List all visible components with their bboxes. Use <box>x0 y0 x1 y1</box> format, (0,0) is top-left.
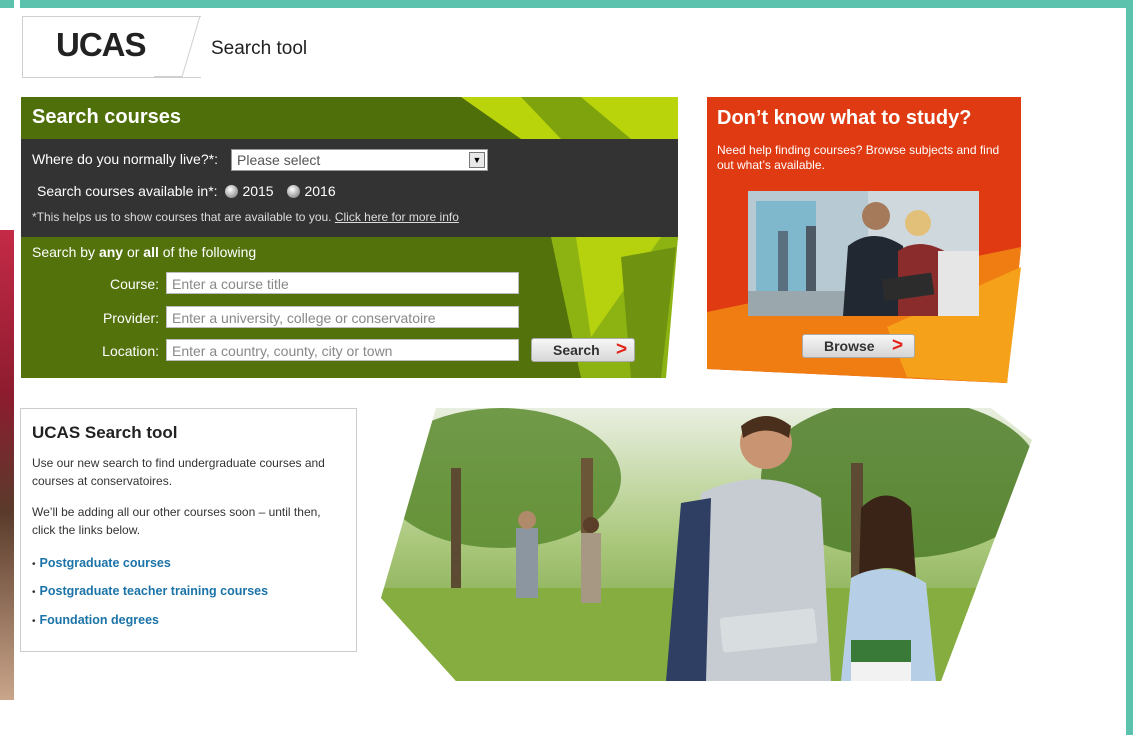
note-text: *This helps us to show courses that are … <box>32 210 332 224</box>
browse-promo-panel: Don’t know what to study? Need help find… <box>707 97 1025 383</box>
link-postgraduate-courses-text[interactable]: Postgraduate courses <box>40 556 171 570</box>
live-label: Where do you normally live?*: <box>32 151 218 167</box>
year-option-2016[interactable]: 2016 <box>287 183 336 199</box>
provider-input[interactable]: Enter a university, college or conservat… <box>166 306 519 328</box>
students-laptop-photo <box>748 191 979 316</box>
bullet-icon: • <box>32 587 36 598</box>
link-postgraduate-teacher-training[interactable]: • Postgraduate teacher training courses <box>32 584 268 598</box>
bullet-icon: • <box>32 616 36 627</box>
logo-slant-divider <box>154 16 201 78</box>
location-placeholder: Enter a country, county, city or town <box>172 343 393 359</box>
bullet-icon: • <box>32 559 36 570</box>
location-label: Location: <box>102 343 159 359</box>
browse-button-label: Browse <box>824 338 875 354</box>
residence-select[interactable]: Please select ▼ <box>231 149 488 171</box>
students-tablet-hero-photo <box>381 408 1032 681</box>
filter-intro-prefix: Search by <box>32 244 99 260</box>
course-placeholder: Enter a course title <box>172 276 289 292</box>
promo-title: Don’t know what to study? <box>717 107 972 129</box>
link-postgraduate-teacher-training-text[interactable]: Postgraduate teacher training courses <box>40 584 269 598</box>
logo-text: UCAS <box>56 26 147 63</box>
top-accent-strip <box>0 0 1133 8</box>
residence-select-value: Please select <box>237 152 321 168</box>
right-accent-strip <box>1126 0 1133 735</box>
link-postgraduate-courses[interactable]: • Postgraduate courses <box>32 556 171 570</box>
year-2015-label: 2015 <box>242 183 274 199</box>
info-paragraph-2: We’ll be adding all our other courses so… <box>32 505 321 537</box>
dropdown-arrow-icon[interactable]: ▼ <box>469 152 485 168</box>
info-paragraph-1: Use our new search to find undergraduate… <box>32 456 325 488</box>
search-button-label: Search <box>553 342 600 358</box>
radio-2015[interactable] <box>225 185 239 198</box>
course-input[interactable]: Enter a course title <box>166 272 519 294</box>
filter-intro-any: any <box>98 244 124 260</box>
page-title: Search tool <box>211 38 308 59</box>
link-foundation-degrees[interactable]: • Foundation degrees <box>32 613 159 627</box>
chevron-right-icon: > <box>616 339 628 360</box>
year-option-2015[interactable]: 2015 <box>225 183 274 199</box>
year-label: Search courses available in*: <box>37 183 218 199</box>
filter-intro-suffix: of the following <box>158 244 257 260</box>
year-2016-label: 2016 <box>304 183 336 199</box>
search-courses-panel: Search courses Where do you normally liv… <box>21 97 678 378</box>
filter-intro-all: all <box>143 244 159 260</box>
promo-description: Need help finding courses? Browse subjec… <box>717 143 1000 172</box>
location-input[interactable]: Enter a country, county, city or town <box>166 339 519 361</box>
year-row: Search courses available in*: 2015 2016 <box>37 183 336 199</box>
radio-2016[interactable] <box>287 185 301 198</box>
more-info-link[interactable]: Click here for more info <box>335 210 459 224</box>
left-edge-background <box>0 230 14 700</box>
provider-placeholder: Enter a university, college or conservat… <box>172 310 436 326</box>
ucas-search-tool-info: UCAS Search tool Use our new search to f… <box>20 408 357 652</box>
chevron-right-icon: > <box>892 335 904 356</box>
search-courses-heading: Search courses <box>32 106 181 128</box>
search-panel-background <box>21 97 678 378</box>
filter-intro: Search by any or all of the following <box>32 244 256 260</box>
provider-label: Provider: <box>102 310 159 326</box>
browse-button[interactable]: Browse > <box>802 334 915 358</box>
link-foundation-degrees-text[interactable]: Foundation degrees <box>40 613 159 627</box>
availability-note: *This helps us to show courses that are … <box>32 210 459 224</box>
filter-intro-or: or <box>123 244 144 260</box>
course-label: Course: <box>109 276 159 292</box>
search-button[interactable]: Search > <box>531 338 635 362</box>
info-title: UCAS Search tool <box>32 423 178 442</box>
